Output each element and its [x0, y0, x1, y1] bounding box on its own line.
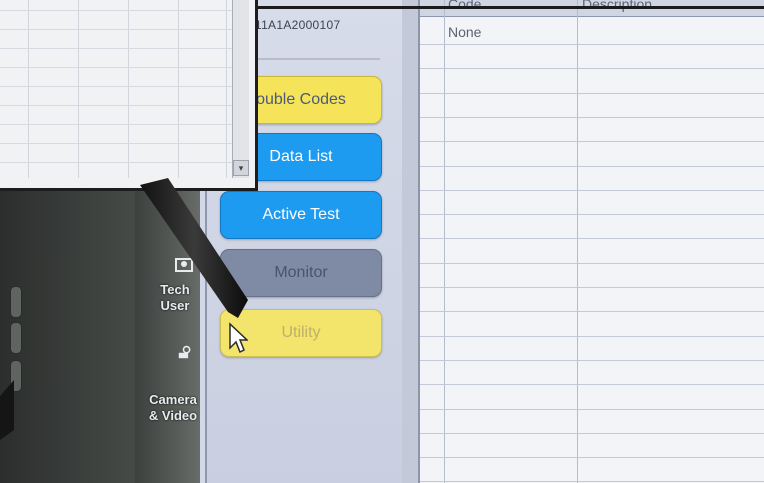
camera-icon — [178, 345, 191, 359]
device-button-bump — [10, 322, 22, 354]
column-divider — [577, 0, 578, 483]
inset-scrollbar[interactable]: ▾ — [232, 0, 249, 178]
inset-grid-row-line — [0, 67, 232, 68]
table-row-line — [420, 189, 764, 191]
tech-user-button[interactable]: Tech User — [150, 282, 200, 314]
table-row-line — [420, 165, 764, 167]
zoom-inset-window: ▾ — [0, 0, 258, 191]
screen-top-edge — [255, 6, 764, 9]
inset-grid-column-line — [128, 0, 129, 178]
scroll-down-arrow-icon[interactable]: ▾ — [233, 160, 249, 176]
active-test-button[interactable]: Active Test — [220, 191, 382, 239]
inset-grid-row-line — [0, 29, 232, 30]
codes-table: Code Description None — [420, 0, 764, 483]
table-row-line — [420, 116, 764, 118]
inset-grid-row-line — [0, 162, 232, 163]
table-row-line — [420, 44, 764, 45]
inset-grid-column-line — [178, 0, 179, 178]
column-divider — [444, 0, 445, 483]
inset-grid-column-line — [226, 0, 227, 178]
inset-grid-row-line — [0, 124, 232, 125]
inset-grid-row-line — [0, 86, 232, 87]
inset-grid-row-line — [0, 143, 232, 144]
table-row-line — [420, 141, 764, 143]
table-row-line — [420, 359, 764, 361]
table-row-line — [420, 408, 764, 410]
vin-label: 11A1A2000107 — [255, 18, 341, 32]
table-row-line — [420, 457, 764, 459]
camera-video-label-line2: & Video — [148, 408, 198, 423]
device-button-bump — [10, 360, 22, 392]
code-cell: None — [448, 24, 482, 40]
table-row-line — [420, 335, 764, 337]
user-icon — [175, 258, 193, 272]
table-row-line — [420, 238, 764, 240]
table-row-line — [420, 262, 764, 264]
table-row-line — [420, 432, 764, 434]
monitor-button[interactable]: Monitor — [220, 249, 382, 297]
inset-grid-column-line — [78, 0, 79, 178]
camera-video-label-line1: Camera — [149, 392, 197, 407]
table-row-line — [420, 311, 764, 313]
table-row-line — [420, 287, 764, 288]
arrow-cursor-icon — [229, 322, 248, 354]
device-button-bump — [10, 286, 22, 318]
panel-divider — [402, 0, 420, 483]
inset-grid-row-line — [0, 10, 232, 11]
tech-user-label-line2: User — [160, 298, 190, 313]
table-row-line — [420, 214, 764, 216]
camera-video-button[interactable]: Camera & Video — [142, 392, 204, 424]
table-row-line — [420, 68, 764, 70]
inset-grid-row-line — [0, 48, 232, 49]
table-row-line — [420, 481, 764, 483]
table-row-line — [420, 92, 764, 94]
table-row-line — [420, 384, 764, 386]
device-side-strip — [135, 180, 203, 483]
inset-grid-column-line — [28, 0, 29, 178]
inset-grid-row-line — [0, 105, 232, 106]
tech-user-label-line1: Tech — [160, 282, 190, 297]
